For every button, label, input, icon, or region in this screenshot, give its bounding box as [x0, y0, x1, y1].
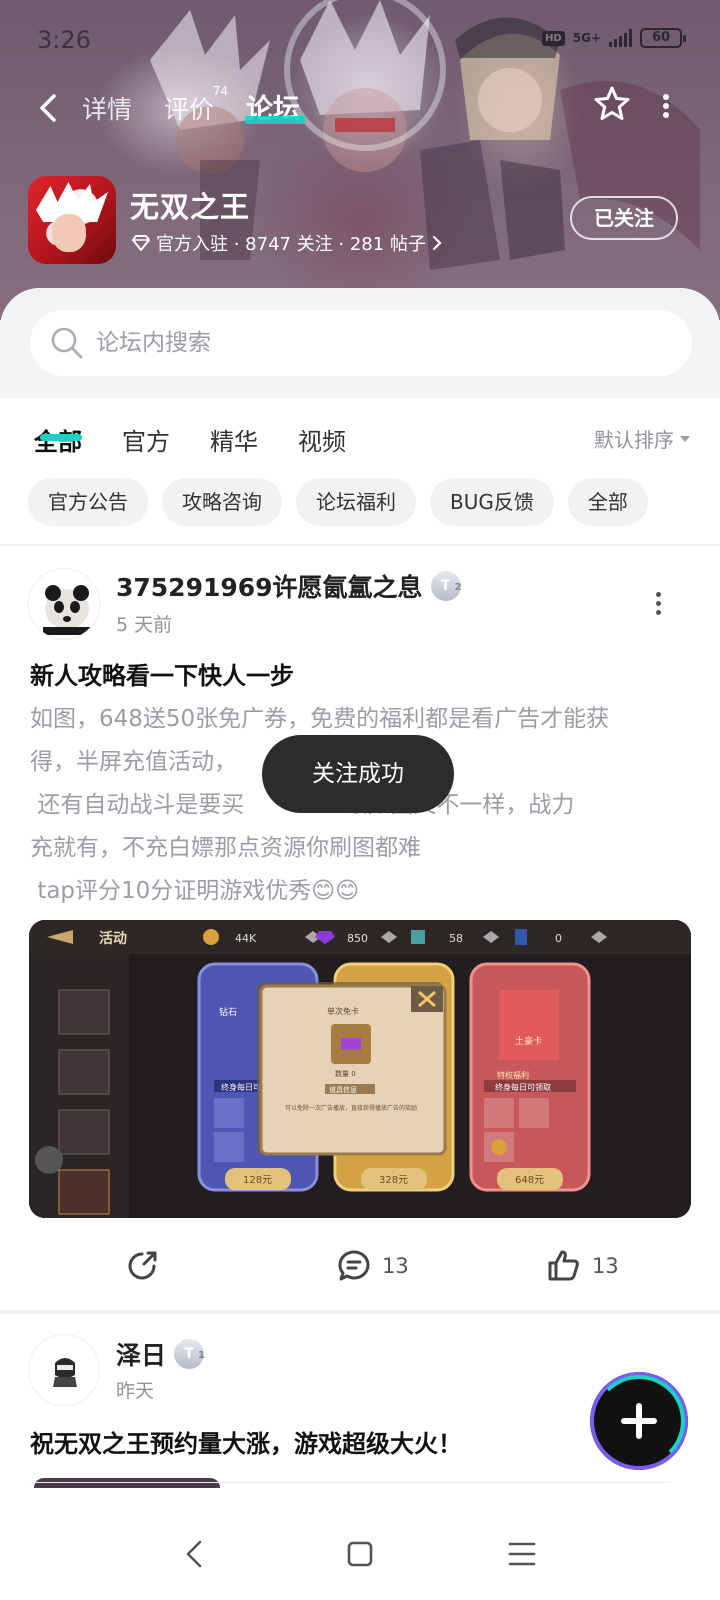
- svg-text:0: 0: [555, 932, 562, 945]
- post-more-icon[interactable]: [656, 592, 664, 619]
- post-image[interactable]: 活动 44K 850 58 0 土豪卡 特权福利 终身每日可领取 钻石 终身每日…: [29, 920, 691, 1218]
- comment-count: 13: [382, 1254, 409, 1278]
- post-title: 祝无双之王预约量大涨，游戏超级大火！: [30, 1430, 462, 1458]
- active-tab-underline: [245, 116, 305, 124]
- level-badge: T2: [430, 571, 462, 601]
- game-screenshot: 活动 44K 850 58 0 土豪卡 特权福利 终身每日可领取 钻石 终身每日…: [29, 920, 691, 1218]
- post-body-line: 充就有，不充白嫖那点资源你刷图都难: [30, 835, 421, 861]
- username-text: 泽日: [116, 1341, 167, 1370]
- chip-guide-inquiry[interactable]: 攻略咨询: [162, 478, 282, 526]
- panda-avatar-image: [29, 569, 99, 639]
- diamond-icon: [132, 235, 150, 251]
- game-title: 无双之王: [130, 190, 251, 224]
- svg-text:648元: 648元: [515, 1175, 544, 1186]
- comment-icon: [338, 1250, 370, 1281]
- chip-bug-feedback[interactable]: BUG反馈: [430, 478, 554, 526]
- chip-forum-welfare[interactable]: 论坛福利: [296, 478, 416, 526]
- svg-text:数量 0: 数量 0: [335, 1069, 356, 1078]
- game-header-label: 活动: [99, 930, 127, 947]
- user-avatar-image: [29, 1335, 99, 1405]
- svg-text:44K: 44K: [235, 932, 257, 945]
- search-area: [0, 288, 720, 398]
- caret-down-icon: [680, 435, 690, 442]
- svg-text:单次免卡: 单次免卡: [327, 1006, 359, 1016]
- level-badge: T1: [174, 1339, 205, 1369]
- svg-text:328元: 328元: [379, 1175, 408, 1186]
- search-bar[interactable]: [30, 310, 692, 376]
- section-divider: [0, 544, 720, 546]
- svg-text:终身每日可领取: 终身每日可领取: [495, 1082, 551, 1092]
- battery-icon: 60: [640, 28, 686, 48]
- status-indicators: HD 5G+ 60: [542, 28, 686, 48]
- sort-dropdown[interactable]: 默认排序: [594, 424, 690, 453]
- post-username[interactable]: 泽日 T 1: [116, 1336, 205, 1372]
- followed-button[interactable]: 已关注: [570, 196, 678, 240]
- tab-official[interactable]: 官方: [122, 422, 170, 457]
- post-body-line: tap评分10分证明游戏优秀😊😊: [30, 878, 360, 904]
- svg-text:58: 58: [449, 932, 463, 945]
- tab-details-label: 详情: [82, 95, 133, 124]
- tab-details[interactable]: 详情: [82, 90, 132, 126]
- filter-tab-underline: [40, 434, 82, 441]
- post-actions: 13 13: [0, 1240, 720, 1300]
- game-icon[interactable]: [28, 176, 116, 264]
- chip-official-announcement[interactable]: 官方公告: [28, 478, 148, 526]
- post-username[interactable]: 375291969许愿氤氲之息 T 2: [116, 568, 462, 604]
- post-image-peek: [34, 1478, 220, 1488]
- sort-label: 默认排序: [594, 428, 674, 452]
- share-button[interactable]: [124, 1248, 160, 1284]
- search-icon: [51, 327, 83, 359]
- signal-icon: [609, 29, 632, 47]
- svg-text:道具信息: 道具信息: [329, 1085, 357, 1094]
- post-divider: [30, 1482, 670, 1483]
- like-count: 13: [592, 1254, 619, 1278]
- game-meta[interactable]: 官方入驻 · 8747 关注 · 281 帖子: [132, 230, 442, 256]
- tab-featured[interactable]: 精华: [210, 422, 258, 457]
- chevron-right-icon: [432, 235, 442, 251]
- network-type: 5G+: [572, 31, 601, 45]
- tab-video[interactable]: 视频: [298, 422, 346, 457]
- svg-text:850: 850: [347, 932, 368, 945]
- post-time: 昨天: [116, 1380, 155, 1402]
- game-header: 3:26 HD 5G+ 60 详情 评价 74 论坛 无双之王 官方入驻 · 8…: [0, 0, 720, 320]
- avatar[interactable]: [28, 1334, 100, 1406]
- like-button[interactable]: 13: [546, 1248, 619, 1284]
- share-icon: [128, 1251, 157, 1280]
- more-icon[interactable]: [662, 94, 670, 118]
- toast-message: 关注成功: [262, 735, 454, 813]
- game-info: 无双之王 官方入驻 · 8747 关注 · 281 帖子 已关注: [28, 176, 692, 266]
- tab-reviews-label: 评价: [164, 95, 215, 124]
- category-chips: 官方公告 攻略咨询 论坛福利 BUG反馈 全部: [28, 478, 648, 526]
- game-meta-text: 官方入驻 · 8747 关注 · 281 帖子: [156, 234, 426, 255]
- filter-tabs: 全部 官方 精华 视频 默认排序: [0, 398, 720, 474]
- post-time: 5 天前: [116, 614, 173, 636]
- username-text: 375291969许愿氤氲之息: [116, 573, 423, 602]
- svg-text:钻石: 钻石: [219, 1006, 237, 1018]
- svg-text:特权福利: 特权福利: [497, 1070, 529, 1080]
- star-icon[interactable]: [592, 84, 632, 124]
- like-icon: [548, 1250, 579, 1281]
- system-nav-bar: [0, 1512, 720, 1600]
- status-bar: 3:26 HD 5G+ 60: [0, 0, 720, 80]
- comment-button[interactable]: 13: [336, 1248, 409, 1284]
- new-post-button[interactable]: [590, 1372, 688, 1470]
- svg-text:可以免除一次广告播放，直接获得播放广告的奖励: 可以免除一次广告播放，直接获得播放广告的奖励: [285, 1104, 417, 1112]
- status-time: 3:26: [37, 26, 91, 54]
- tab-reviews[interactable]: 评价 74: [164, 84, 228, 126]
- system-back-icon[interactable]: [176, 1534, 216, 1574]
- back-icon[interactable]: [34, 92, 64, 124]
- svg-text:土豪卡: 土豪卡: [515, 1035, 542, 1047]
- chip-all[interactable]: 全部: [567, 478, 648, 526]
- post-title: 新人攻略看一下快人一步: [30, 662, 294, 690]
- search-input[interactable]: [96, 310, 656, 376]
- review-count-badge: 74: [212, 84, 229, 98]
- system-menu-icon[interactable]: [502, 1534, 542, 1574]
- post-divider: [0, 1310, 720, 1314]
- hd-badge: HD: [542, 30, 565, 46]
- avatar[interactable]: [28, 568, 100, 640]
- svg-text:128元: 128元: [243, 1175, 272, 1186]
- system-home-icon[interactable]: [340, 1534, 380, 1574]
